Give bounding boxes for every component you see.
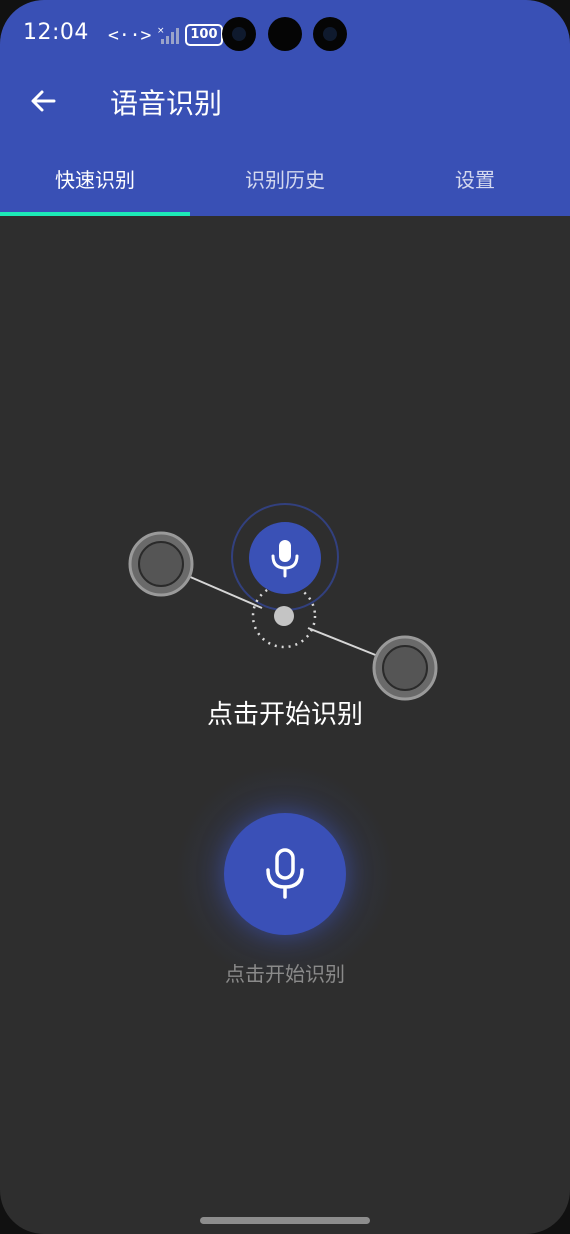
signal-icon: × — [157, 26, 180, 44]
tab-label: 设置 — [455, 167, 495, 192]
camera-hole-icon — [313, 17, 347, 51]
gesture-knob-left — [128, 531, 194, 597]
battery-indicator: 100 — [185, 24, 223, 46]
tutorial-hint-text: 点击开始识别 — [206, 700, 363, 730]
start-recognition-button[interactable] — [224, 813, 346, 935]
status-time: 12:04 — [23, 20, 89, 45]
data-transfer-icon: <··> — [108, 24, 152, 46]
tab-label: 快速识别 — [55, 167, 135, 192]
phone-screen: 12:04 <··> × 100 语音识别 快速识别 识别历史 设置 点击开始识… — [0, 0, 570, 1234]
gesture-knob-right — [372, 635, 438, 701]
status-bar: 12:04 <··> × 100 — [0, 0, 570, 70]
tab-settings[interactable]: 设置 — [380, 140, 570, 216]
page-title: 语音识别 — [110, 87, 223, 120]
app-bar: 12:04 <··> × 100 语音识别 快速识别 识别历史 设置 — [0, 0, 570, 216]
back-button[interactable] — [22, 80, 64, 122]
guide-gesture-graphic — [128, 503, 438, 701]
microphone-icon — [271, 540, 299, 578]
tutorial-overlay: 点击开始识别 — [0, 216, 570, 776]
tab-bar: 快速识别 识别历史 设置 — [0, 140, 570, 216]
toolbar: 语音识别 — [0, 70, 570, 134]
tutorial-mic-button[interactable] — [249, 522, 321, 594]
tab-label: 识别历史 — [245, 167, 325, 192]
svg-text:×: × — [157, 26, 165, 36]
main-content: 点击开始识别 点击开始识别 — [0, 216, 570, 1234]
tab-quick-recognition[interactable]: 快速识别 — [0, 140, 190, 216]
home-indicator[interactable] — [200, 1217, 370, 1224]
camera-hole-icon — [222, 17, 256, 51]
record-caption: 点击开始识别 — [225, 962, 345, 986]
status-icons: <··> × 100 — [108, 22, 223, 48]
camera-hole-icon — [268, 17, 302, 51]
arrow-back-icon — [31, 90, 56, 112]
microphone-icon — [266, 848, 304, 899]
tab-recognition-history[interactable]: 识别历史 — [190, 140, 380, 216]
